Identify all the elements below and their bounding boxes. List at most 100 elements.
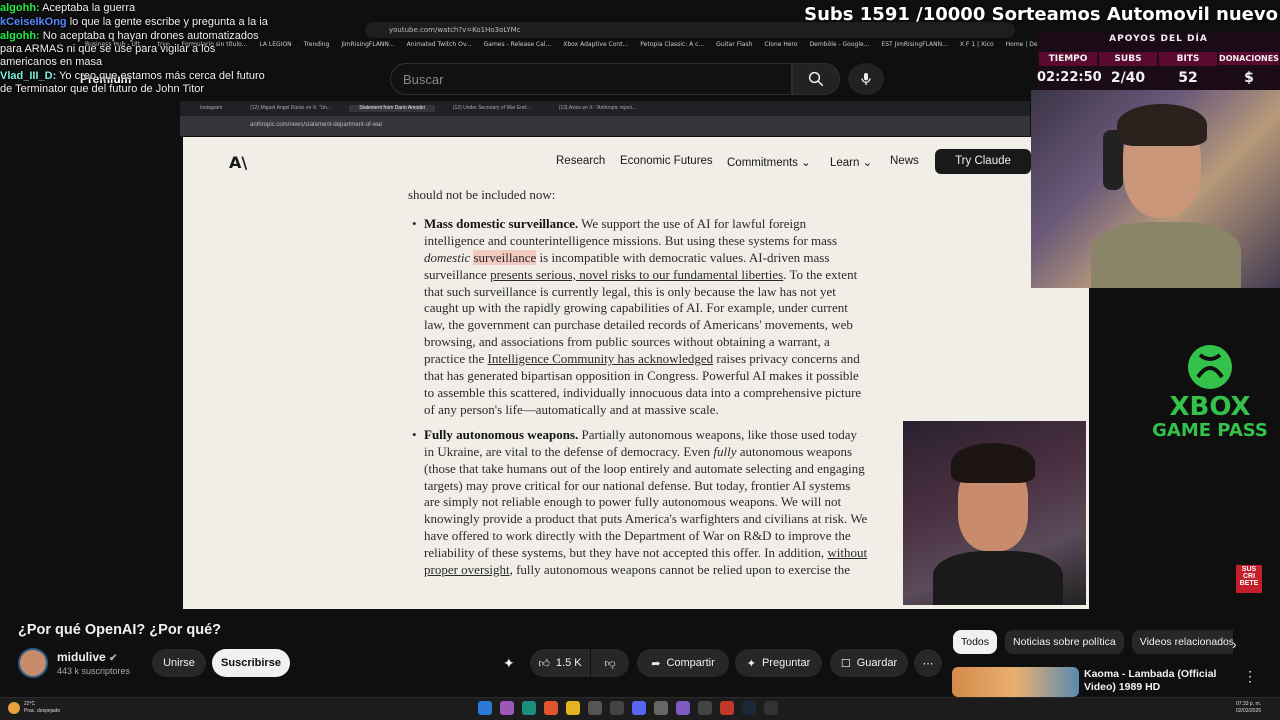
chat-username[interactable]: algohh:	[0, 30, 40, 42]
bookmark-item[interactable]: Guitar Flash	[716, 41, 752, 53]
channel-avatar[interactable]	[18, 648, 48, 678]
edge-icon[interactable]	[522, 701, 536, 715]
nav-learn[interactable]: Learn ⌄	[830, 155, 872, 169]
stats-title: APOYOS DEL DÍA	[1109, 34, 1208, 44]
bookmark-item[interactable]: Animated Twitch Ov...	[407, 41, 472, 53]
bookmark-item[interactable]: EST JimRisingFLANN...	[881, 41, 947, 53]
inner-tab[interactable]: (12) Under Secretary of War Emil...	[443, 105, 541, 112]
stat-bits: 52	[1178, 70, 1198, 86]
stat-time: 02:22:50	[1037, 70, 1102, 85]
subscribe-button[interactable]: Suscribirse	[212, 649, 290, 677]
steam-icon[interactable]	[742, 701, 756, 715]
folder-icon[interactable]	[566, 701, 580, 715]
join-button[interactable]: Unirse	[152, 649, 206, 677]
weather-widget[interactable]: 22°C Prac. despejado	[24, 701, 60, 715]
bookmark-item[interactable]: Xbox Adaptive Cont...	[563, 41, 628, 53]
inner-tab[interactable]: (12) Miguel Ángel Durán en X: "Un...	[240, 105, 341, 112]
search-icon	[808, 71, 824, 87]
bookmark-item[interactable]: Games - Release Cal...	[484, 41, 552, 53]
sparkle-icon: ✦	[746, 657, 756, 670]
thumbs-down-icon: 👎︎	[604, 657, 616, 670]
inner-tab[interactable]: (13) Axios en X: "Anthropic reject...	[549, 105, 646, 112]
highlighted-word: surveillance	[473, 249, 537, 265]
intelligence-community-link[interactable]: Intelligence Community has acknowledged	[488, 351, 714, 366]
thumbs-up-icon: 👍︎	[538, 657, 550, 670]
brave-icon[interactable]	[544, 701, 558, 715]
xbox-game-pass-logo: XBOX GAME PASS	[1140, 345, 1280, 441]
chip-0[interactable]: Todos	[953, 630, 998, 654]
nav-news[interactable]: News	[890, 155, 919, 167]
bookmark-item[interactable]: Petopia Classic: A c...	[640, 41, 704, 53]
channel-name[interactable]: midulive ✔	[57, 650, 117, 664]
more-icon: ⋯	[922, 657, 934, 670]
video-title: ¿Por qué OpenAI? ¿Por qué?	[18, 622, 221, 638]
save-button[interactable]: ☐ Guardar	[830, 649, 908, 677]
chat-username[interactable]: algohh:	[0, 2, 40, 14]
share-icon: ➦	[651, 657, 661, 670]
recommendation-title[interactable]: Kaoma - Lambada (Official Video) 1989 HD	[1084, 668, 1224, 694]
bookmark-item[interactable]: JimRisingFLANN...	[341, 41, 394, 53]
settings-icon[interactable]	[654, 701, 668, 715]
nav-economic-futures[interactable]: Economic Futures	[620, 155, 713, 167]
share-button[interactable]: ➦ Compartir	[637, 649, 729, 677]
sparkle-icon[interactable]: ✦	[503, 655, 515, 672]
xbox-wordmark: XBOX	[1169, 392, 1251, 422]
bookmark-item[interactable]: X F 1 | Xico	[960, 41, 994, 53]
bullet-autonomous-weapons: Fully autonomous weapons. Partially auto…	[408, 427, 868, 579]
more-actions-button[interactable]: ⋯	[914, 649, 942, 677]
app-icon[interactable]	[698, 701, 712, 715]
app-icon[interactable]	[588, 701, 602, 715]
chat-username[interactable]: kCeiselkOng	[0, 16, 67, 28]
chat-username[interactable]: Vlad_III_D:	[0, 70, 56, 82]
more-icon[interactable]: ⋮	[1243, 668, 1257, 685]
video-creator-webcam	[903, 421, 1086, 605]
discord-icon[interactable]	[632, 701, 646, 715]
chevron-right-icon[interactable]: ›	[1232, 636, 1237, 652]
recommendation-thumbnail[interactable]	[952, 667, 1079, 697]
bookmark-item[interactable]: Home | Demolke	[1006, 41, 1040, 53]
inner-tab[interactable]: Instagram	[190, 105, 232, 112]
emphasis: fully	[713, 443, 737, 459]
stat-header-bits: BITS	[1159, 52, 1217, 66]
taskbar: 22°C Prac. despejado 07:33 p. m. 02/03/202…	[0, 697, 1280, 720]
inner-address-bar[interactable]: anthropic.com/news/statement-department-…	[180, 116, 1030, 136]
anthropic-logo[interactable]: A\	[229, 153, 247, 172]
bookmark-item[interactable]: Dembōle - Google...	[810, 41, 870, 53]
inner-tab[interactable]: Statement from Dario Amodei	[349, 105, 435, 112]
try-claude-button[interactable]: Try Claude	[935, 149, 1031, 174]
like-button[interactable]: 👍︎ 1.5 K	[530, 649, 590, 677]
ask-button[interactable]: ✦ Preguntar	[735, 649, 822, 677]
subs-goal: Subs 1591 /10000 Sorteamos Automovil nue…	[804, 4, 1278, 25]
obs-icon[interactable]	[720, 701, 734, 715]
bookmark-item[interactable]: Clone Hero	[764, 41, 797, 53]
bookmark-item[interactable]: Trending	[304, 41, 330, 53]
chat-text: lo que la gente escribe y pregunta a la …	[69, 16, 268, 28]
nav-commitments[interactable]: Commitments ⌄	[727, 155, 811, 169]
chevron-down-icon: ⌄	[801, 157, 811, 169]
liberties-link[interactable]: presents serious, novel risks to our fun…	[490, 267, 783, 282]
chip-2[interactable]: Videos relacionados	[1131, 630, 1233, 654]
stat-header-donations: DONACIONES	[1219, 52, 1279, 65]
clock[interactable]: 07:33 p. m. 02/03/2026	[1236, 701, 1261, 715]
subscriber-count: 443 k suscriptores	[57, 666, 131, 676]
search-input[interactable]: Buscar	[390, 63, 792, 95]
date: 02/03/2026	[1236, 708, 1262, 714]
recommendation-chips: Todos Noticias sobre política Videos relac…	[953, 630, 1233, 654]
app-icon[interactable]	[676, 701, 690, 715]
temperature: 22°C	[24, 701, 36, 707]
nav-research[interactable]: Research	[556, 155, 605, 167]
search-button[interactable]	[792, 63, 840, 95]
share-label: Compartir	[666, 657, 715, 669]
save-label: Guardar	[856, 657, 898, 669]
voice-search-button[interactable]	[848, 63, 884, 95]
bullet-surveillance: Mass domestic surveillance. We support t…	[408, 216, 868, 419]
dislike-button[interactable]: 👎︎	[591, 649, 629, 677]
app-icon[interactable]	[764, 701, 778, 715]
app-icon[interactable]	[610, 701, 624, 715]
chip-1[interactable]: Noticias sobre política	[1005, 630, 1124, 654]
inner-tab-strip: Instagram (12) Miguel Ángel Durán en X: "…	[180, 101, 1030, 116]
stat-subs: 2/40	[1110, 70, 1146, 86]
game-pass-wordmark: GAME PASS	[1152, 420, 1268, 441]
app-icon[interactable]	[500, 701, 514, 715]
windows-start-icon[interactable]	[478, 701, 492, 715]
